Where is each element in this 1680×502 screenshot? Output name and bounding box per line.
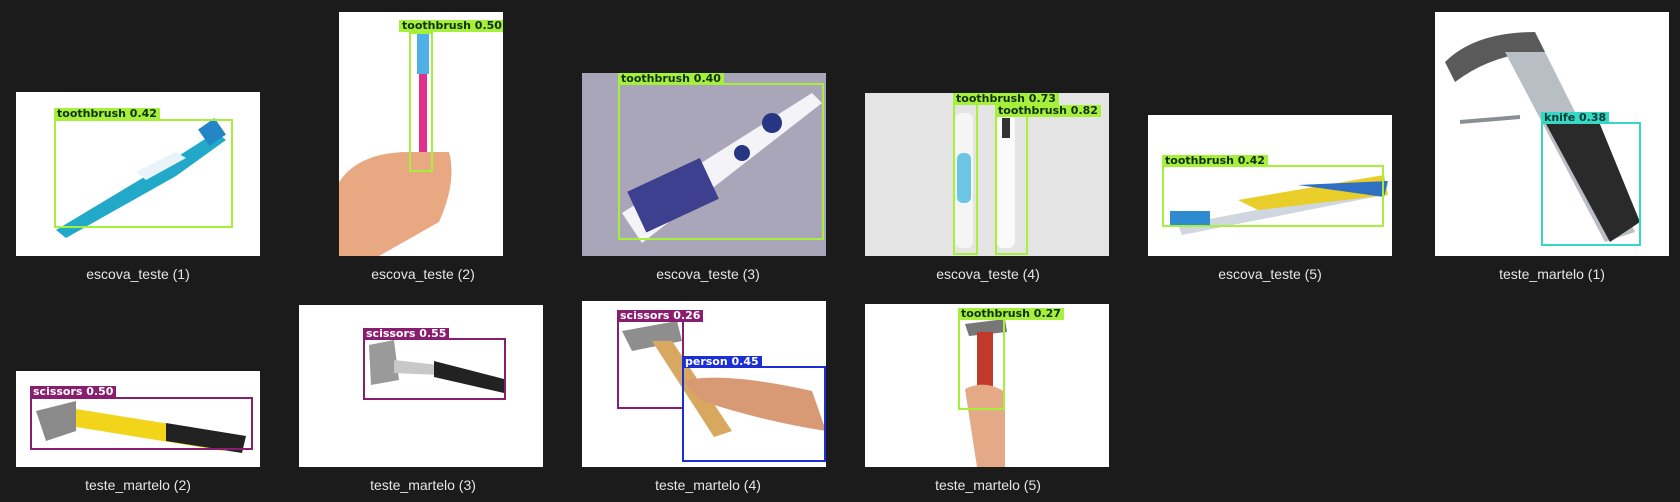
image-thumbnail[interactable]: scissors 0.26 person 0.45 — [582, 301, 826, 467]
detection-box — [1541, 122, 1641, 246]
detection-box — [995, 113, 1028, 255]
detection-box — [54, 119, 233, 228]
image-thumbnail[interactable]: toothbrush 0.42 — [1148, 115, 1392, 256]
file-name: teste_martelo (5) — [935, 477, 1041, 493]
detection-label: person 0.45 — [682, 356, 762, 368]
file-name: escova_teste (3) — [656, 266, 760, 282]
file-name: escova_teste (1) — [86, 266, 190, 282]
detection-box — [953, 102, 978, 255]
detection-label: scissors 0.50 — [30, 386, 117, 398]
detection-box — [30, 397, 253, 450]
image-thumbnail[interactable]: toothbrush 0.50 — [339, 12, 503, 256]
detection-label: scissors 0.55 — [363, 328, 450, 340]
image-thumbnail[interactable]: scissors 0.55 — [299, 305, 543, 467]
file-name: teste_martelo (1) — [1499, 266, 1605, 282]
file-name: teste_martelo (4) — [655, 477, 761, 493]
image-thumbnail[interactable]: toothbrush 0.73 toothbrush 0.82 — [865, 93, 1109, 256]
file-name: escova_teste (2) — [371, 266, 475, 282]
detection-label: toothbrush 0.42 — [1162, 155, 1268, 167]
detection-box — [363, 338, 506, 400]
detection-label: toothbrush 0.50 — [399, 20, 503, 32]
detection-box — [617, 320, 684, 409]
detection-label: toothbrush 0.40 — [618, 73, 724, 85]
detection-box — [958, 318, 1005, 410]
file-name: escova_teste (4) — [936, 266, 1040, 282]
file-name: escova_teste (5) — [1218, 266, 1322, 282]
file-name: teste_martelo (2) — [85, 477, 191, 493]
image-thumbnail[interactable]: toothbrush 0.40 — [582, 73, 826, 256]
detection-label: scissors 0.26 — [617, 310, 704, 322]
file-name: teste_martelo (3) — [370, 477, 476, 493]
image-thumbnail[interactable]: toothbrush 0.42 — [16, 92, 260, 256]
detection-label: toothbrush 0.42 — [54, 108, 160, 120]
detection-box — [682, 366, 826, 462]
detection-box — [1162, 165, 1384, 227]
detection-label: knife 0.38 — [1541, 112, 1610, 124]
detection-label: toothbrush 0.82 — [995, 105, 1101, 117]
image-thumbnail[interactable]: knife 0.38 — [1435, 12, 1669, 256]
detection-label: toothbrush 0.27 — [958, 308, 1064, 320]
detection-box — [409, 32, 433, 172]
image-thumbnail[interactable]: scissors 0.50 — [16, 371, 260, 467]
image-thumbnail[interactable]: toothbrush 0.27 — [865, 304, 1109, 467]
detection-box — [618, 83, 824, 240]
toothbrushes-image — [955, 113, 1015, 248]
